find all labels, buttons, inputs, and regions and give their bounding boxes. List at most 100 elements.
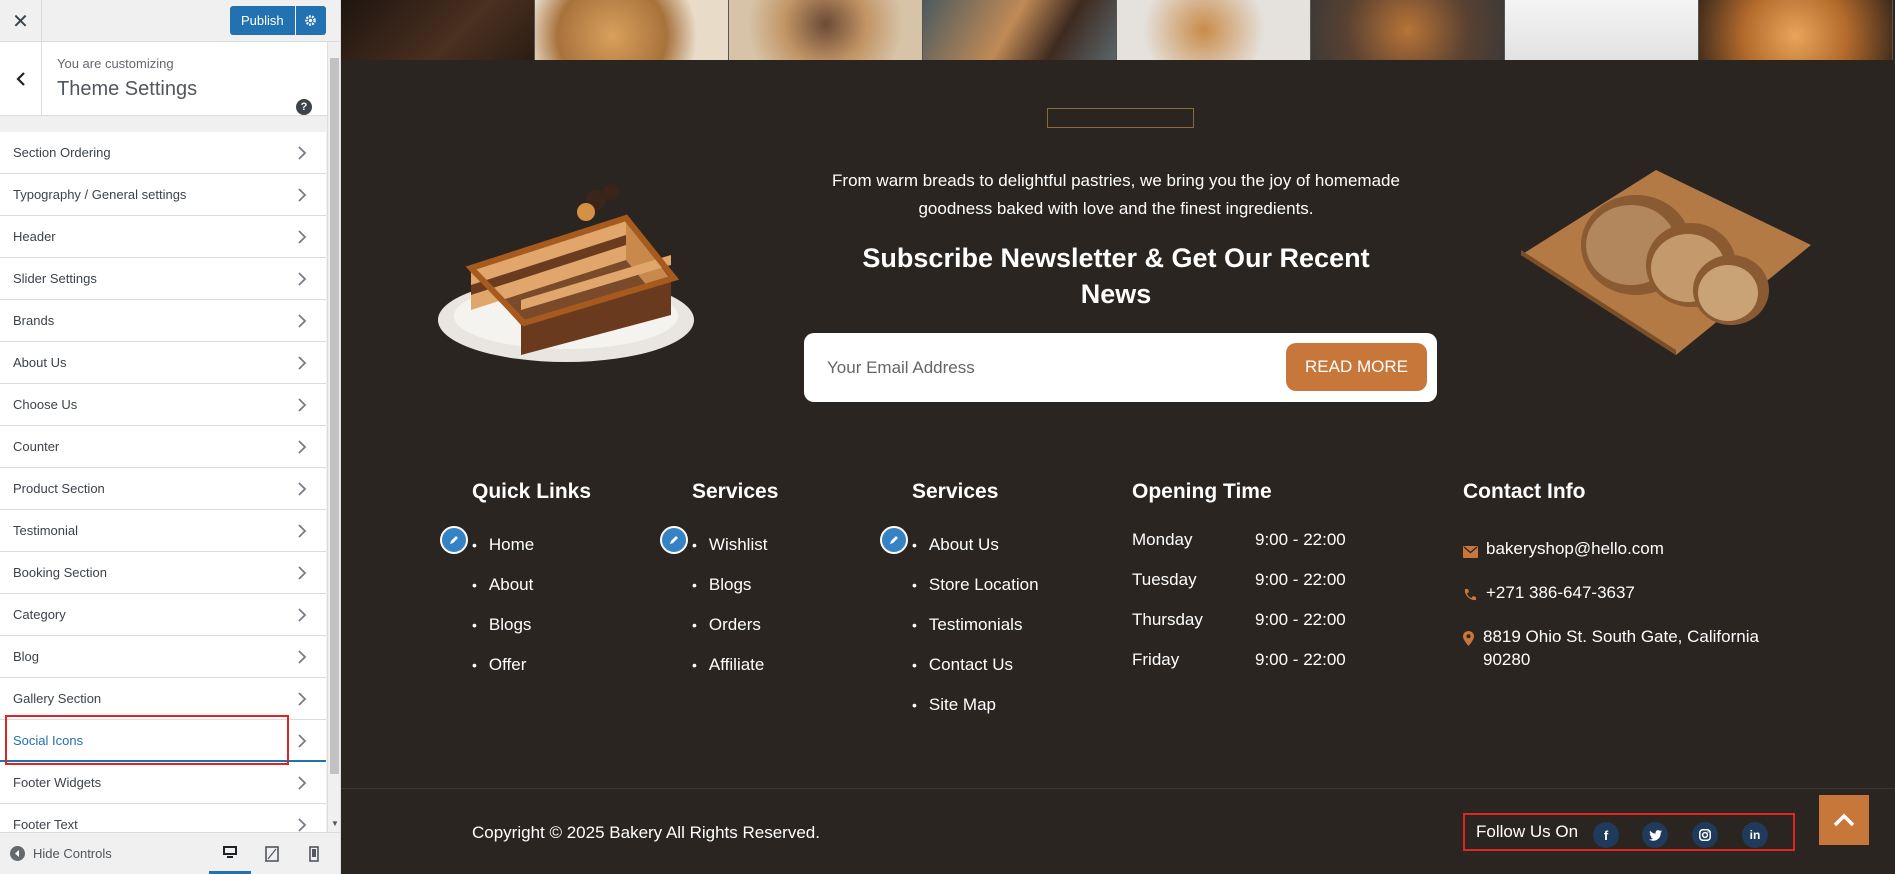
menu-item[interactable]: Choose Us xyxy=(0,384,326,426)
menu-item[interactable]: About Us xyxy=(0,342,326,384)
menu-item-label: Footer Text xyxy=(13,817,78,832)
menu-item-label: Testimonial xyxy=(13,523,79,538)
mobile-icon xyxy=(309,846,319,862)
contact-email-text[interactable]: bakeryshop@hello.com xyxy=(1486,537,1664,560)
gallery-image xyxy=(729,0,923,60)
chevron-right-icon xyxy=(298,188,307,202)
chevron-right-icon xyxy=(298,146,307,160)
opening-time-title: Opening Time xyxy=(1132,480,1272,503)
hide-controls-button[interactable]: Hide Controls xyxy=(0,846,112,861)
footer-link[interactable]: Affiliate xyxy=(692,645,767,685)
pencil-icon xyxy=(450,536,458,544)
footer-link[interactable]: Testimonials xyxy=(912,605,1039,645)
desktop-icon xyxy=(223,846,237,858)
customizer-sidebar: ✕ Publish You are customizing Theme Sett… xyxy=(0,0,341,874)
quick-links-list: HomeAboutBlogsOffer xyxy=(472,525,534,685)
menu-item-label: Slider Settings xyxy=(13,271,97,286)
copyright-text: Copyright © 2025 Bakery All Rights Reser… xyxy=(472,823,820,842)
back-button[interactable] xyxy=(0,42,42,116)
menu-item[interactable]: Blog xyxy=(0,636,326,678)
menu-item[interactable]: Brands xyxy=(0,300,326,342)
chevron-right-icon xyxy=(298,272,307,286)
footer-link[interactable]: Orders xyxy=(692,605,767,645)
quick-links-title: Quick Links xyxy=(472,480,592,503)
edit-shortcut-button[interactable] xyxy=(440,526,468,554)
menu-item[interactable]: Header xyxy=(0,216,326,258)
menu-item[interactable]: Counter xyxy=(0,426,326,468)
footer-link[interactable]: Store Location xyxy=(912,565,1039,605)
hours-day: Thursday xyxy=(1132,610,1203,629)
menu-item[interactable]: Footer Widgets xyxy=(0,762,326,804)
footer-link[interactable]: About xyxy=(472,565,534,605)
services-title: Services xyxy=(692,480,779,503)
sidebar-scrollbar[interactable]: ▼ xyxy=(327,42,340,832)
newsletter-title: Subscribe Newsletter & Get Our Recent Ne… xyxy=(862,243,1370,309)
chevron-right-icon xyxy=(298,650,307,664)
chevron-right-icon xyxy=(298,398,307,412)
hours-row: Monday 9:00 - 22:00 xyxy=(1132,520,1346,560)
edit-shortcut-button[interactable] xyxy=(880,526,908,554)
tablet-preview-button[interactable] xyxy=(251,833,293,874)
customizing-label: You are customizing xyxy=(57,56,174,71)
pencil-icon xyxy=(890,536,898,544)
panel-title: Theme Settings xyxy=(57,78,198,100)
footer-link[interactable]: Blogs xyxy=(692,565,767,605)
hours-day: Friday xyxy=(1132,650,1180,669)
chevron-right-icon xyxy=(298,566,307,580)
menu-item[interactable]: Typography / General settings xyxy=(0,174,326,216)
publish-button[interactable]: Publish xyxy=(230,6,295,35)
cake-image xyxy=(438,184,694,362)
footer-link[interactable]: Offer xyxy=(472,645,534,685)
gallery-strip xyxy=(341,0,1895,60)
instagram-icon[interactable] xyxy=(1692,822,1718,848)
footer-link[interactable]: Contact Us xyxy=(912,645,1039,685)
collapse-icon xyxy=(10,846,25,861)
site-preview: From warm breads to delightful pastries,… xyxy=(341,0,1895,874)
menu-item[interactable]: Gallery Section xyxy=(0,678,326,720)
scroll-down-icon[interactable]: ▼ xyxy=(331,819,339,828)
help-icon[interactable]: ? xyxy=(296,99,312,115)
menu-item[interactable]: Slider Settings xyxy=(0,258,326,300)
map-pin-icon xyxy=(1463,631,1474,646)
menu-item[interactable]: Section Ordering xyxy=(0,132,326,174)
footer-link[interactable]: About Us xyxy=(912,525,1039,565)
gallery-image xyxy=(535,0,729,60)
publish-settings-button[interactable] xyxy=(295,6,326,35)
footer-link[interactable]: Home xyxy=(472,525,534,565)
menu-item-label: Blog xyxy=(13,649,40,664)
twitter-icon[interactable] xyxy=(1642,822,1668,848)
email-field[interactable] xyxy=(827,353,1247,383)
menu-item-label: Gallery Section xyxy=(13,691,102,706)
footer-link[interactable]: Blogs xyxy=(472,605,534,645)
menu-item-label: Social Icons xyxy=(13,732,84,748)
follow-us-label: Follow Us On xyxy=(1476,822,1579,841)
close-customizer-button[interactable]: ✕ xyxy=(0,0,42,42)
menu-item-label: Header xyxy=(13,229,56,244)
menu-item[interactable]: Category xyxy=(0,594,326,636)
menu-item[interactable]: Product Section xyxy=(0,468,326,510)
footer-link[interactable]: Site Map xyxy=(912,685,1039,725)
contact-phone-text[interactable]: +271 386-647-3637 xyxy=(1486,581,1635,604)
contact-info: bakeryshop@hello.com +271 386-647-3637 8… xyxy=(1463,537,1763,688)
menu-item[interactable]: Social Icons xyxy=(0,720,326,762)
chevron-right-icon xyxy=(298,818,307,832)
menu-item[interactable]: Booking Section xyxy=(0,552,326,594)
chevron-right-icon xyxy=(298,608,307,622)
menu-item-label: Product Section xyxy=(13,481,105,496)
customizer-footer: Hide Controls xyxy=(0,832,340,874)
phone-icon xyxy=(1464,589,1476,601)
chevron-right-icon xyxy=(298,440,307,454)
menu-item-label: Section Ordering xyxy=(13,145,111,160)
read-more-button[interactable]: READ MORE xyxy=(1286,343,1427,391)
mobile-preview-button[interactable] xyxy=(293,833,335,874)
menu-item[interactable]: Testimonial xyxy=(0,510,326,552)
hours-day: Tuesday xyxy=(1132,570,1197,589)
scrollbar-thumb[interactable] xyxy=(330,58,339,774)
edit-shortcut-button[interactable] xyxy=(660,526,688,554)
linkedin-icon[interactable]: in xyxy=(1742,822,1768,848)
facebook-icon[interactable]: f xyxy=(1593,822,1619,848)
footer-link[interactable]: Wishlist xyxy=(692,525,768,565)
desktop-preview-button[interactable] xyxy=(209,833,251,874)
customizing-panel-header: You are customizing Theme Settings ? xyxy=(0,42,340,116)
scroll-to-top-button[interactable] xyxy=(1819,795,1869,845)
